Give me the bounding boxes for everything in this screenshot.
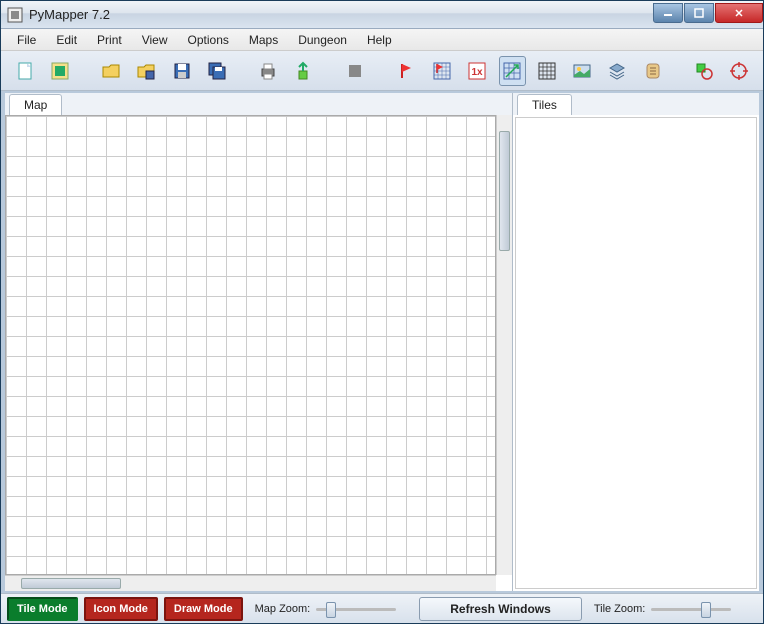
export-icon[interactable] xyxy=(290,56,317,86)
grid-icon[interactable] xyxy=(534,56,561,86)
map-canvas[interactable] xyxy=(5,115,496,575)
content-area: Map Tiles xyxy=(1,91,763,593)
image-icon[interactable] xyxy=(569,56,596,86)
svg-text:1x: 1x xyxy=(472,67,484,78)
slider-thumb[interactable] xyxy=(326,602,336,618)
maximize-button[interactable] xyxy=(684,3,714,23)
map-tabstrip: Map xyxy=(5,93,512,115)
window-title: PyMapper 7.2 xyxy=(29,7,652,22)
save-as-icon[interactable] xyxy=(133,56,160,86)
menu-help[interactable]: Help xyxy=(357,30,402,50)
app-window: PyMapper 7.2 File Edit Print View Option… xyxy=(0,0,764,624)
save-all-icon[interactable] xyxy=(203,56,230,86)
map-scrollbar-vertical[interactable] xyxy=(496,115,512,575)
snap-grid-icon[interactable] xyxy=(499,56,526,86)
print-icon[interactable] xyxy=(255,56,282,86)
titlebar[interactable]: PyMapper 7.2 xyxy=(1,1,763,29)
scrollbar-thumb[interactable] xyxy=(21,578,121,589)
target-icon[interactable] xyxy=(726,56,753,86)
flag-icon[interactable] xyxy=(394,56,421,86)
scrollbar-thumb[interactable] xyxy=(499,131,510,251)
save-icon[interactable] xyxy=(168,56,195,86)
map-grid-area xyxy=(5,115,512,591)
tab-tiles[interactable]: Tiles xyxy=(517,94,572,115)
menu-edit[interactable]: Edit xyxy=(46,30,87,50)
slider-track xyxy=(651,608,731,611)
statusbar: Tile Mode Icon Mode Draw Mode Map Zoom: … xyxy=(1,593,763,623)
menu-maps[interactable]: Maps xyxy=(239,30,288,50)
tiles-body[interactable] xyxy=(515,117,757,589)
tiles-panel: Tiles xyxy=(513,93,759,591)
menu-dungeon[interactable]: Dungeon xyxy=(288,30,357,50)
flag-grid-icon[interactable] xyxy=(429,56,456,86)
tile-zoom-label: Tile Zoom: xyxy=(594,603,646,615)
menubar: File Edit Print View Options Maps Dungeo… xyxy=(1,29,763,51)
tab-map[interactable]: Map xyxy=(9,94,62,115)
slider-thumb[interactable] xyxy=(701,602,711,618)
refresh-windows-button[interactable]: Refresh Windows xyxy=(419,597,582,621)
new-icon[interactable] xyxy=(11,56,38,86)
draw-mode-button[interactable]: Draw Mode xyxy=(164,597,243,621)
app-icon xyxy=(7,7,23,23)
menu-file[interactable]: File xyxy=(7,30,46,50)
scroll-icon[interactable] xyxy=(639,56,666,86)
menu-print[interactable]: Print xyxy=(87,30,132,50)
window-controls xyxy=(652,3,763,23)
layers-icon[interactable] xyxy=(604,56,631,86)
map-zoom-slider[interactable] xyxy=(316,600,396,618)
block-icon[interactable] xyxy=(342,56,369,86)
open-icon[interactable] xyxy=(98,56,125,86)
icon-mode-button[interactable]: Icon Mode xyxy=(84,597,158,621)
tile-mode-button[interactable]: Tile Mode xyxy=(7,597,78,621)
shape-icon[interactable] xyxy=(691,56,718,86)
close-button[interactable] xyxy=(715,3,763,23)
map-panel: Map xyxy=(5,93,513,591)
menu-options[interactable]: Options xyxy=(178,30,239,50)
scale-1x-icon[interactable]: 1x xyxy=(464,56,491,86)
tile-zoom-slider[interactable] xyxy=(651,600,731,618)
tiles-tabstrip: Tiles xyxy=(513,93,759,115)
menu-view[interactable]: View xyxy=(132,30,178,50)
map-zoom-label: Map Zoom: xyxy=(255,603,311,615)
frame-icon[interactable] xyxy=(46,56,73,86)
map-scrollbar-horizontal[interactable] xyxy=(5,575,496,591)
toolbar: 1x xyxy=(1,51,763,91)
minimize-button[interactable] xyxy=(653,3,683,23)
